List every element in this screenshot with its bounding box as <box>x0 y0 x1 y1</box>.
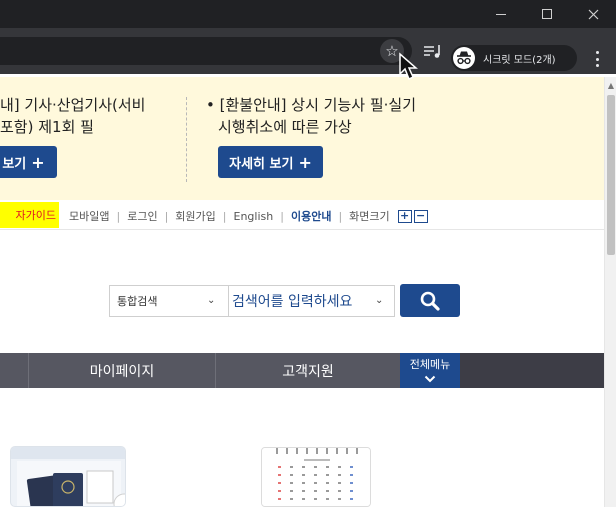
calendar-day <box>338 466 341 468</box>
scroll-thumb[interactable] <box>607 95 615 255</box>
calendar-day <box>338 490 341 492</box>
browser-window: ☆ 시크릿 모드(2개) 내] 기사·산업기사(서비 포함) 제1회 필 보기 … <box>0 0 616 507</box>
notice-right-line1: • [환불안내] 상시 기능사 필·실기 <box>206 96 416 114</box>
notice-left-button-label: 보기 <box>2 156 27 172</box>
calendar-day <box>314 498 317 500</box>
notice-left-button[interactable]: 보기 + <box>0 146 57 178</box>
all-menu-button[interactable]: 전체메뉴 <box>400 353 460 388</box>
maximize-icon[interactable] <box>524 0 570 28</box>
usage-guide-link[interactable]: 이용안내 <box>291 208 331 224</box>
search-input[interactable]: 검색어를 입력하세요 ⌄ <box>229 285 395 317</box>
search-placeholder: 검색어를 입력하세요 <box>232 294 353 310</box>
utility-links: 모바일앱 | 로그인 | 회원가입 | English | 이용안내 | 화면크… <box>69 208 428 224</box>
notice-right-button[interactable]: 자세히 보기 + <box>218 146 323 178</box>
search-button[interactable] <box>400 284 460 317</box>
calendar-day <box>350 498 353 500</box>
calendar-day <box>290 474 293 476</box>
calendar-day <box>326 490 329 492</box>
nav-filler <box>460 353 604 388</box>
calendar-day <box>302 474 305 476</box>
mouse-cursor-icon <box>399 52 418 81</box>
separator: | <box>164 209 169 223</box>
page-scrollbar[interactable]: ▲ <box>604 77 616 507</box>
calendar-day <box>314 482 317 484</box>
calendar-day <box>326 474 329 476</box>
calendar-day <box>338 474 341 476</box>
calendar-day <box>278 474 281 476</box>
calendar-day <box>290 482 293 484</box>
login-link[interactable]: 로그인 <box>127 208 157 224</box>
address-bar[interactable]: ☆ <box>0 37 412 65</box>
zoom-out-button[interactable]: − <box>413 209 428 223</box>
calendar-day <box>278 490 281 492</box>
screen-size-label: 화면크기 <box>349 210 390 223</box>
calendar-day <box>278 498 281 500</box>
calendar-day <box>314 466 317 468</box>
calendar-day <box>278 466 281 468</box>
calendar-day <box>326 466 329 468</box>
calendar-image <box>261 447 371 507</box>
passport-image <box>10 446 126 507</box>
search-category-value: 통합검색 <box>117 295 158 308</box>
calendar-day <box>350 466 353 468</box>
calendar-day <box>314 490 317 492</box>
calendar-day <box>350 482 353 484</box>
nav-support[interactable]: 고객지원 <box>215 353 400 388</box>
chevron-down-icon: ⌄ <box>375 295 384 306</box>
calendar-day <box>314 474 317 476</box>
incognito-profile-button[interactable]: 시크릿 모드(2개) <box>451 45 577 71</box>
calendar-day <box>326 498 329 500</box>
calendar-day <box>350 490 353 492</box>
utility-bar: 자가이드 모바일앱 | 로그인 | 회원가입 | English | 이용안내 … <box>0 200 604 230</box>
calendar-day <box>302 482 305 484</box>
window-titlebar <box>0 0 616 28</box>
more-menu-icon[interactable] <box>594 51 600 67</box>
notice-left-line1: 내] 기사·산업기사(서비 <box>0 96 146 114</box>
search-category-select[interactable]: 통합검색 ⌄ <box>109 285 229 317</box>
minimize-icon[interactable] <box>478 0 524 28</box>
calendar-day <box>302 498 305 500</box>
notice-right-line2: 시행취소에 따른 가상 <box>218 118 352 136</box>
search-icon <box>420 291 440 311</box>
english-link[interactable]: English <box>234 210 274 223</box>
separator: | <box>338 209 343 223</box>
guide-link[interactable]: 자가이드 <box>0 202 59 228</box>
separator: | <box>280 209 284 223</box>
signup-link[interactable]: 회원가입 <box>175 208 215 224</box>
calendar-day <box>350 474 353 476</box>
notice-divider <box>186 97 187 182</box>
incognito-label: 시크릿 모드(2개) <box>483 54 556 66</box>
reading-list-icon[interactable] <box>422 43 444 61</box>
plus-icon: + <box>298 152 312 172</box>
calendar-day <box>302 466 305 468</box>
calendar-day <box>338 482 341 484</box>
separator: | <box>222 209 227 223</box>
notice-banner: 내] 기사·산업기사(서비 포함) 제1회 필 보기 + • [환불안내] 상시 … <box>0 77 604 200</box>
calendar-day <box>290 466 293 468</box>
calendar-day <box>326 482 329 484</box>
calendar-day <box>278 482 281 484</box>
plus-icon: + <box>31 152 45 172</box>
all-menu-label: 전체메뉴 <box>409 358 451 371</box>
calendar-day <box>290 498 293 500</box>
mobile-app-link[interactable]: 모바일앱 <box>69 208 109 224</box>
nav-mypage[interactable]: 마이페이지 <box>28 353 215 388</box>
chevron-down-icon <box>424 375 436 383</box>
close-icon[interactable] <box>570 0 616 28</box>
calendar-day <box>290 490 293 492</box>
notice-left-line2: 포함) 제1회 필 <box>0 118 94 136</box>
calendar-day <box>338 498 341 500</box>
notice-right-button-label: 자세히 보기 <box>229 156 294 172</box>
incognito-icon <box>453 47 475 69</box>
chevron-down-icon: ⌄ <box>207 295 216 306</box>
calendar-day <box>302 490 305 492</box>
zoom-in-button[interactable]: + <box>397 209 412 223</box>
main-nav: 마이페이지 고객지원 전체메뉴 <box>0 353 604 388</box>
separator: | <box>116 209 121 223</box>
scroll-up-icon[interactable]: ▲ <box>605 81 616 91</box>
